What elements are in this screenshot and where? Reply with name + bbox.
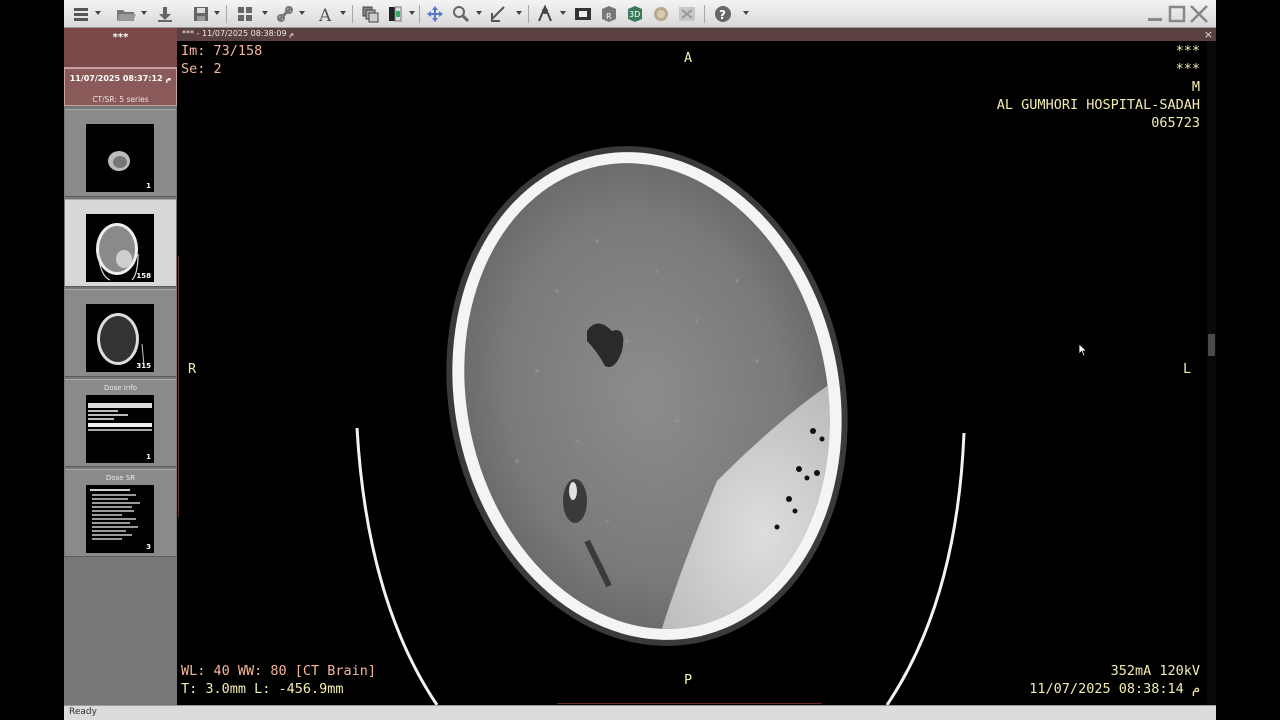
- ct-image-area[interactable]: Im: 73/158 Se: 2 A P R L *** *** M AL GU…: [177, 41, 1216, 705]
- accession-overlay: 065723: [1151, 115, 1200, 131]
- open-folder-icon[interactable]: [114, 3, 138, 25]
- series-thumbnail-3[interactable]: 315: [65, 289, 176, 377]
- orientation-left: L: [1183, 361, 1192, 377]
- series-preview: 1: [86, 124, 154, 192]
- patient-sex-overlay: M: [1191, 79, 1200, 95]
- zoom-icon[interactable]: [450, 3, 472, 25]
- status-text: Ready: [69, 707, 97, 717]
- series-preview: 315: [86, 304, 154, 372]
- svg-text:3D: 3D: [629, 10, 640, 19]
- orientation-anterior: A: [684, 50, 693, 66]
- image-count: 158: [136, 272, 151, 280]
- viewport-title-bar: *** - 11/07/2025 08:38:09 م ×: [177, 28, 1216, 41]
- orientation-right: R: [188, 361, 197, 377]
- study-date: 11/07/2025 08:37:12 م: [69, 74, 172, 83]
- vertical-scale-ruler: [178, 256, 180, 518]
- image-scrollbar[interactable]: [1207, 41, 1216, 705]
- study-item[interactable]: 11/07/2025 08:37:12 م CT/SR: 5 series: [64, 68, 177, 106]
- image-index: Im: 73/158: [181, 43, 263, 59]
- viewport-title: *** - 11/07/2025 08:38:09 م: [182, 29, 295, 38]
- image-count: 1: [146, 182, 151, 190]
- exposure-overlay: 352mA 120kV: [1110, 663, 1200, 679]
- stack-icon[interactable]: [359, 3, 381, 25]
- link-icon[interactable]: [274, 3, 296, 25]
- series-preview: 3: [86, 485, 154, 553]
- series-thumbnail-dose-sr[interactable]: Dose SR 3: [65, 469, 176, 557]
- compare-icon[interactable]: [676, 3, 698, 25]
- patient-name: ***: [112, 32, 129, 43]
- acquisition-datetime-overlay: 11/07/2025 08:38:14 م: [1029, 681, 1200, 697]
- patient-header[interactable]: ***: [64, 28, 177, 68]
- series-browser-panel: *** 11/07/2025 08:37:12 م CT/SR: 5 serie…: [64, 28, 177, 705]
- image-count: 315: [136, 362, 151, 370]
- patient-name-overlay: ***: [1175, 43, 1200, 59]
- dicom-viewer-app: A R 3D ? *** 11/07/2025 08:37:12 م CT/SR…: [64, 0, 1216, 720]
- window-level-icon[interactable]: [384, 3, 406, 25]
- minimize-button[interactable]: [1144, 3, 1166, 25]
- window-level-overlay: WL: 40 WW: 80 [CT Brain]: [181, 663, 377, 679]
- svg-text:R: R: [606, 12, 612, 21]
- measure-icon[interactable]: [488, 3, 510, 25]
- series-label: Dose SR: [105, 474, 136, 482]
- download-icon[interactable]: [154, 3, 176, 25]
- pan-icon[interactable]: [424, 3, 446, 25]
- toolbar: A R 3D ?: [64, 0, 1216, 28]
- series-preview: 158: [86, 214, 154, 282]
- study-description: CT/SR: 5 series: [92, 95, 149, 104]
- orientation-posterior: P: [684, 672, 693, 688]
- menu-icon[interactable]: [70, 3, 92, 25]
- volume-render-icon[interactable]: R: [598, 3, 620, 25]
- slice-thickness-overlay: T: 3.0mm L: -456.9mm: [181, 681, 344, 697]
- status-bar: Ready: [64, 705, 1216, 720]
- svg-text:A: A: [318, 6, 332, 23]
- ct-brain-slice: [355, 146, 966, 705]
- series-preview: 1: [86, 395, 154, 463]
- institution-overlay: AL GUMHORI HOSPITAL-SADAH: [996, 97, 1200, 113]
- image-count: 3: [146, 543, 151, 551]
- svg-text:?: ?: [719, 8, 726, 22]
- viewport-close-icon[interactable]: ×: [1204, 28, 1213, 41]
- maximize-button[interactable]: [1166, 3, 1188, 25]
- patient-id-overlay: ***: [1175, 61, 1200, 77]
- series-thumbnail-2[interactable]: 158: [65, 199, 176, 287]
- layout-icon[interactable]: [234, 3, 256, 25]
- save-icon[interactable]: [190, 3, 212, 25]
- mouse-cursor-icon: [1078, 342, 1088, 361]
- series-thumbnail-1[interactable]: 1: [65, 109, 176, 197]
- help-icon[interactable]: ?: [712, 3, 734, 25]
- fusion-icon[interactable]: [650, 3, 672, 25]
- image-count: 1: [146, 453, 151, 461]
- close-button[interactable]: [1188, 3, 1210, 25]
- scrollbar-thumb[interactable]: [1208, 334, 1215, 356]
- image-viewport[interactable]: *** - 11/07/2025 08:38:09 م × Im: 73/158…: [177, 28, 1216, 705]
- series-thumbnail-dose-info[interactable]: Dose Info 1: [65, 379, 176, 467]
- mpr-icon[interactable]: [534, 3, 556, 25]
- film-icon[interactable]: [572, 3, 594, 25]
- text-annotation-icon[interactable]: A: [314, 3, 336, 25]
- 3d-icon[interactable]: 3D: [624, 3, 646, 25]
- series-number: Se: 2: [181, 61, 222, 77]
- series-label: Dose Info: [103, 384, 138, 392]
